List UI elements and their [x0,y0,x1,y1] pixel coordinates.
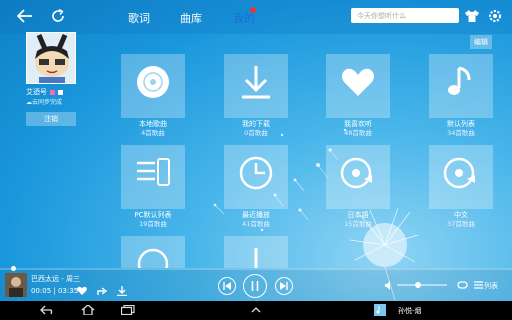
music-app-icon [376,306,380,314]
settings-button[interactable] [486,7,504,25]
tile-count: 15首歌曲 [344,220,372,228]
notification-title[interactable]: 孙悦-烟 [398,306,422,316]
sync-status: ☁云同步完成 [26,99,63,106]
recents-icon [121,305,135,315]
tile-recent[interactable] [224,145,288,209]
clock-icon [239,156,273,190]
disc-icon [137,248,169,268]
tile-label: PC默认列表 [134,211,172,219]
username-row: 艾迺号 [26,87,76,97]
playlist-disc-icon [340,157,372,189]
next-button[interactable] [275,277,293,295]
tile-count: 48首歌曲 [344,129,372,137]
tile-default-list[interactable] [429,54,493,118]
next-icon [280,282,288,290]
download-icon [242,66,270,99]
repeat-icon [456,281,468,289]
tile-partial[interactable] [224,236,288,268]
username: 艾迺号 [26,88,47,96]
tile-favorites[interactable] [326,54,390,118]
album-art[interactable] [5,273,27,297]
nav-back-icon [40,305,53,315]
tile-label: 日本語 [347,211,369,219]
pc-list-icon [137,158,170,186]
disc-icon [137,66,169,98]
download-icon [117,285,127,296]
tab-lyrics[interactable]: 歌词 [128,10,150,26]
tile-count: 41首歌曲 [242,220,270,228]
tile-label: 中文 [454,211,468,219]
repeat-button[interactable] [456,280,468,290]
tile-count: 37首歌曲 [447,220,475,228]
tile-count: 19首歌曲 [139,220,167,228]
edit-button[interactable]: 编辑 [470,35,492,49]
progress-handle[interactable] [11,266,16,271]
heart-icon [341,68,375,96]
list-icon [473,281,483,289]
tile-downloads[interactable] [224,54,288,118]
playlist-label[interactable]: 列表 [484,281,498,291]
previous-icon [223,282,231,290]
song-time: 00:05 | 03:35 [31,287,79,295]
volume-handle[interactable] [415,282,421,288]
back-button[interactable] [14,6,36,26]
share-icon [96,286,107,295]
tile-partial[interactable] [121,236,185,268]
tile-label: 我喜欢听 [344,120,372,128]
tile-label: 我的下载 [242,120,270,128]
nav-home-button[interactable] [76,303,100,317]
song-title: 巴西太远 - 周三 [31,275,80,283]
heart-icon [77,286,87,295]
download-button[interactable] [116,285,128,296]
profile-panel: 艾迺号 ☁云同步完成 注销 [26,32,76,126]
previous-button[interactable] [218,277,236,295]
share-button[interactable] [96,285,108,296]
pause-icon [251,281,259,291]
like-button[interactable] [76,285,88,296]
nav-up-button[interactable] [246,304,266,316]
tile-chinese[interactable] [429,145,493,209]
tshirt-icon [465,10,479,22]
music-note-icon [448,66,471,95]
pause-button[interactable] [243,274,267,298]
volume-icon [384,280,390,290]
logout-button[interactable]: 注销 [26,112,76,126]
tile-pc-default-list[interactable] [121,145,185,209]
playlist-disc-icon [443,157,475,189]
badge-icon [58,89,63,95]
tile-count: 34首歌曲 [447,129,475,137]
chevron-up-icon [251,307,261,313]
tile-japanese[interactable] [326,145,390,209]
tile-count: 0首歌曲 [244,129,268,137]
home-icon [81,305,95,315]
volume-slider[interactable] [397,284,447,286]
tile-label: 默认列表 [447,120,475,128]
skin-button[interactable] [463,7,481,25]
download-icon [254,248,258,268]
nav-back-button[interactable] [36,303,60,317]
vip-icon [50,89,55,95]
tile-label: 本地歌曲 [139,120,167,128]
tile-local-songs[interactable] [121,54,185,118]
search-input[interactable]: 今天你想听什么 [351,8,459,23]
refresh-button[interactable] [47,6,69,26]
gear-icon [489,10,501,22]
nav-recents-button[interactable] [116,303,140,317]
notification-app-icon[interactable] [374,304,386,316]
tile-label: 最近播放 [242,211,270,219]
back-arrow-icon [17,9,32,23]
refresh-icon [52,9,64,22]
avatar[interactable] [26,32,76,84]
playlist-button[interactable] [473,280,483,290]
progress-track[interactable] [0,268,512,270]
notification-badge [250,7,256,13]
tile-count: 4首歌曲 [141,129,165,137]
tab-library[interactable]: 曲库 [180,10,202,26]
volume-icon-wrap [384,280,394,290]
